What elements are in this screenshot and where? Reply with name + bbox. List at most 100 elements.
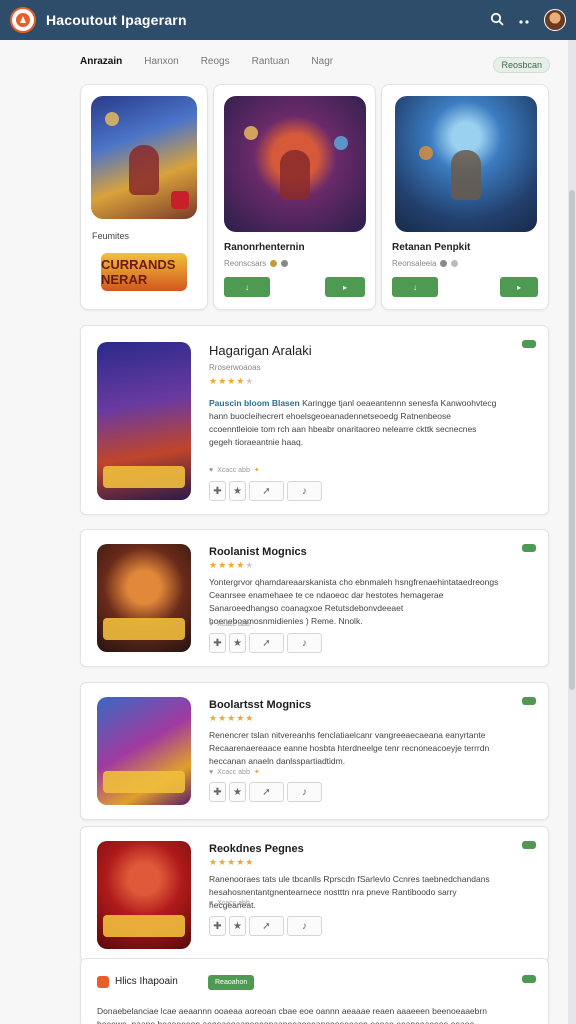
bookmark-icon[interactable]: ♪: [287, 782, 322, 802]
featured-actions: ↓ ▸: [224, 277, 365, 297]
game-developer: Rroserwoaoas: [209, 363, 261, 372]
game-thumbnail: [97, 544, 191, 652]
thumbnail-title-art: [103, 466, 185, 488]
scrollbar[interactable]: [568, 40, 576, 1024]
thumbnail-title-art: [103, 618, 185, 640]
get-button[interactable]: [522, 544, 536, 552]
app-logo[interactable]: [10, 7, 36, 33]
thumb-icon: ♥: [209, 466, 214, 474]
install-button[interactable]: ↓: [392, 277, 438, 297]
thumb-icon: ♥: [209, 768, 214, 776]
featured-subtitle: Reonscsars: [224, 259, 289, 268]
get-button[interactable]: [522, 697, 536, 705]
star-icon[interactable]: ★: [229, 633, 246, 653]
tab-nagr[interactable]: Nagr: [311, 56, 333, 67]
game-card[interactable]: Roolanist Mognics ★★★★★ Yontergrvor qham…: [80, 529, 549, 667]
featured-actions: ↓ ▸: [392, 277, 538, 297]
bookmark-icon[interactable]: ♪: [287, 633, 322, 653]
game-title: Reokdnes Pegnes: [209, 843, 304, 855]
star-rating: ★★★★★: [209, 560, 255, 570]
meta-text: Xcacc abb: [217, 621, 250, 628]
meta-text: Xcacc abb: [217, 900, 250, 907]
artwork-burst: [105, 112, 119, 126]
thumbnail-title-art: [103, 915, 185, 937]
play-button[interactable]: ▸: [500, 277, 538, 297]
user-avatar[interactable]: [544, 9, 566, 31]
gem-icon: [451, 260, 459, 267]
gem-icon: [281, 260, 289, 267]
card-actions: ✚ ★ ➚ ♪: [209, 782, 322, 802]
category-tabs: Anrazain Hanxon Reogs Rantuan Nagr: [80, 56, 333, 67]
app-title: Hacoutout Ipagerarn: [46, 12, 187, 28]
featured-title: Ranonrhenternin: [224, 242, 305, 253]
game-meta: ♥ Xcacc abb ✦: [209, 466, 260, 475]
star-icon[interactable]: ★: [229, 782, 246, 802]
game-card[interactable]: Reokdnes Pegnes ★★★★★ Ranenooraes tats u…: [80, 826, 549, 962]
artwork-burst: [244, 126, 258, 140]
like-icon[interactable]: ✚: [209, 782, 226, 802]
get-button[interactable]: [522, 975, 536, 983]
bookmark-icon[interactable]: ♪: [287, 481, 322, 501]
spark-icon: ✦: [253, 769, 260, 776]
share-icon[interactable]: ➚: [249, 782, 284, 802]
get-button[interactable]: [522, 340, 536, 348]
thumbnail-title-art: [103, 771, 185, 793]
download-icon: ↓: [245, 282, 249, 292]
featured-card-1[interactable]: Feumites CURRANDS NERAR: [80, 84, 208, 310]
bookmark-icon[interactable]: ♪: [287, 916, 322, 936]
star-rating: ★★★★★: [209, 713, 255, 723]
card-actions: ✚ ★ ➚ ♪: [209, 916, 322, 936]
featured-card-2[interactable]: Ranonrhenternin Reonscsars ↓ ▸: [213, 84, 376, 310]
game-thumbnail: [97, 841, 191, 949]
game-card[interactable]: Hlics Ihapoain Reaoahon Donaebelanciae l…: [80, 958, 549, 1024]
game-title: Hlics Ihapoain: [115, 976, 178, 987]
game-meta: ♥ Xcacc abb ✦: [209, 768, 260, 777]
featured-artwork: [224, 96, 366, 232]
star-icon[interactable]: ★: [229, 481, 246, 501]
game-title: Hagarigan Aralaki: [209, 343, 312, 358]
secondary-button[interactable]: Reaoahon: [208, 975, 255, 990]
featured-artwork: [395, 96, 537, 232]
star-icon[interactable]: ★: [229, 916, 246, 936]
search-icon[interactable]: [490, 12, 504, 29]
get-button[interactable]: [522, 841, 536, 849]
game-meta: ♥ Xcacc abb: [209, 900, 250, 907]
featured-artwork: [91, 96, 197, 219]
featured-card-3[interactable]: Retanan Penpkit Reonsaleeia ↓ ▸: [381, 84, 549, 310]
filter-button[interactable]: Reosbcan: [493, 57, 550, 73]
share-icon[interactable]: ➚: [249, 633, 284, 653]
coin-icon: [270, 260, 278, 267]
like-icon[interactable]: ✚: [209, 916, 226, 936]
description-highlight: Pauscin bloom Blasen: [209, 398, 300, 408]
top-actions: [490, 9, 566, 31]
tab-rantuan[interactable]: Rantuan: [252, 56, 290, 67]
thumb-icon: ♥: [209, 621, 214, 628]
more-icon[interactable]: [518, 12, 530, 28]
game-card[interactable]: Boolartsst Mognics ★★★★★ Renencrer tslan…: [80, 682, 549, 820]
gem-icon: [440, 260, 448, 267]
game-card[interactable]: Hagarigan Aralaki Rroserwoaoas ★★★★★ Pau…: [80, 325, 549, 515]
artwork-burst: [334, 136, 348, 150]
share-icon[interactable]: ➚: [249, 916, 284, 936]
top-app-bar: Hacoutout Ipagerarn: [0, 0, 576, 40]
card-actions: ✚ ★ ➚ ♪: [209, 633, 322, 653]
game-thumbnail: [97, 697, 191, 805]
app-logo-icon: [16, 13, 30, 27]
play-icon: ▸: [342, 282, 347, 292]
like-icon[interactable]: ✚: [209, 481, 226, 501]
share-icon[interactable]: ➚: [249, 481, 284, 501]
like-icon[interactable]: ✚: [209, 633, 226, 653]
star-rating: ★★★★★: [209, 376, 255, 386]
scrollbar-thumb[interactable]: [569, 190, 575, 690]
tab-anrazain[interactable]: Anrazain: [80, 56, 122, 67]
meta-text: Xcacc abb: [217, 768, 250, 776]
tab-hanxon[interactable]: Hanxon: [144, 56, 178, 67]
artwork-badge: [171, 191, 189, 209]
play-button[interactable]: ▸: [325, 277, 365, 297]
featured-label: Feumites: [92, 231, 130, 241]
tab-reogs[interactable]: Reogs: [201, 56, 230, 67]
game-description: Donaebelanciae lcae aeaannn ooaeaa aoreo…: [97, 1006, 487, 1024]
artwork-figure: [280, 150, 310, 201]
install-button[interactable]: ↓: [224, 277, 270, 297]
thumb-icon: ♥: [209, 900, 214, 907]
